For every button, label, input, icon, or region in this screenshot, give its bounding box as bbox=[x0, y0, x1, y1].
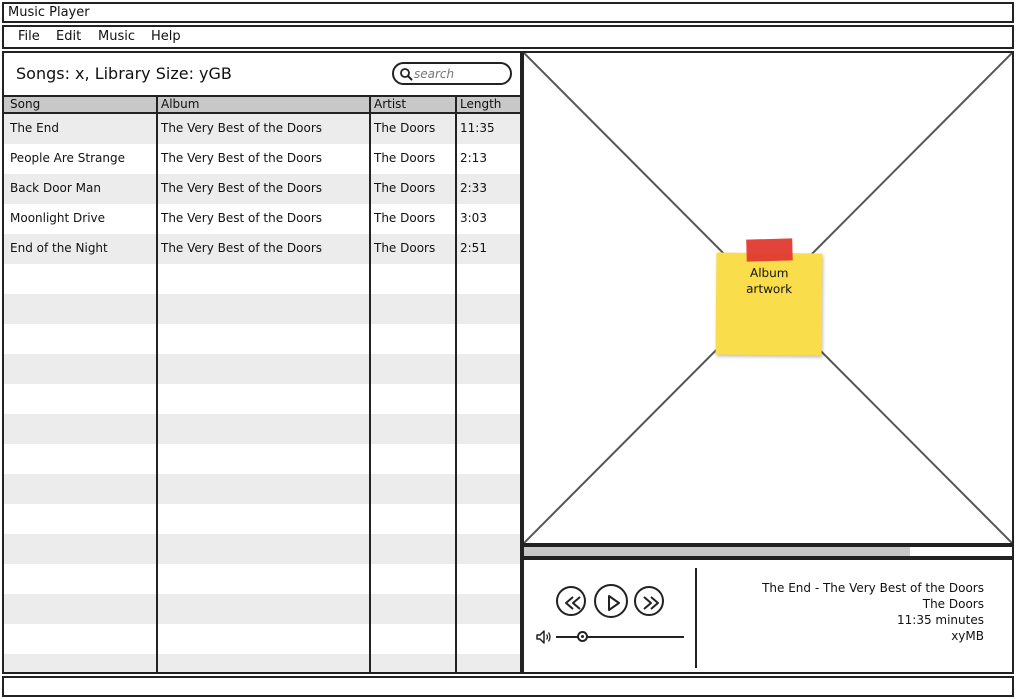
cell-album: The Very Best of the Doors bbox=[161, 241, 323, 255]
empty-table-row bbox=[4, 294, 520, 324]
table-header: Song Album Artist Length bbox=[4, 95, 520, 114]
now-playing-duration: 11:35 minutes bbox=[897, 613, 984, 627]
empty-table-row bbox=[4, 624, 520, 654]
window-title: Music Player bbox=[8, 5, 90, 20]
menu-edit[interactable]: Edit bbox=[56, 29, 81, 44]
now-playing-artist: The Doors bbox=[922, 597, 984, 611]
library-info: Songs: x, Library Size: yGB bbox=[16, 64, 232, 83]
search-box[interactable] bbox=[392, 62, 512, 85]
empty-table-row bbox=[4, 654, 520, 672]
progress-track[interactable] bbox=[524, 547, 1012, 556]
volume-slider-knob[interactable] bbox=[577, 631, 588, 642]
now-playing-info: The End - The Very Best of the Doors The… bbox=[762, 580, 984, 644]
cell-song: Moonlight Drive bbox=[10, 211, 106, 225]
volume-slider-track[interactable] bbox=[556, 636, 684, 638]
search-input[interactable] bbox=[414, 65, 506, 82]
cell-artist: The Doors bbox=[374, 181, 436, 195]
title-bar: Music Player bbox=[2, 2, 1014, 23]
column-header-song[interactable]: Song bbox=[10, 97, 40, 111]
cell-length: 2:13 bbox=[460, 151, 487, 165]
rewind-icon bbox=[565, 596, 581, 610]
cell-album: The Very Best of the Doors bbox=[161, 181, 323, 195]
volume-icon[interactable] bbox=[536, 630, 552, 644]
cell-artist: The Doors bbox=[374, 121, 436, 135]
artwork-note-line1: Album bbox=[749, 265, 789, 281]
cell-album: The Very Best of the Doors bbox=[161, 121, 323, 135]
now-playing-size: xyMB bbox=[951, 629, 984, 643]
empty-table-row bbox=[4, 534, 520, 564]
fast-forward-button[interactable] bbox=[634, 586, 664, 616]
cell-artist: The Doors bbox=[374, 241, 436, 255]
column-header-length[interactable]: Length bbox=[460, 97, 501, 111]
cell-song: End of the Night bbox=[10, 241, 108, 255]
empty-table-row bbox=[4, 594, 520, 624]
menu-bar: File Edit Music Help bbox=[2, 25, 1014, 49]
player-controls: The End - The Very Best of the Doors The… bbox=[522, 558, 1014, 674]
cell-artist: The Doors bbox=[374, 211, 436, 225]
song-table: The End The Very Best of the Doors The Doo… bbox=[4, 95, 520, 672]
empty-table-row bbox=[4, 354, 520, 384]
table-row[interactable]: End of the Night The Very Best of the Doo… bbox=[4, 234, 520, 264]
now-playing-title: The End - The Very Best of the Doors bbox=[762, 581, 984, 595]
fast-forward-icon bbox=[643, 596, 659, 610]
menu-music[interactable]: Music bbox=[98, 29, 135, 44]
cell-length: 11:35 bbox=[460, 121, 495, 135]
play-button[interactable] bbox=[594, 584, 628, 618]
status-bar bbox=[2, 676, 1014, 697]
divider bbox=[695, 568, 697, 668]
artwork-note-line2: artwork bbox=[746, 281, 793, 297]
table-row[interactable]: People Are Strange The Very Best of the D… bbox=[4, 144, 520, 174]
cell-album: The Very Best of the Doors bbox=[161, 211, 323, 225]
cell-artist: The Doors bbox=[374, 151, 436, 165]
empty-table-row bbox=[4, 504, 520, 534]
cell-album: The Very Best of the Doors bbox=[161, 151, 323, 165]
empty-table-row bbox=[4, 324, 520, 354]
cell-length: 2:51 bbox=[460, 241, 487, 255]
empty-table-row bbox=[4, 264, 520, 294]
menu-file[interactable]: File bbox=[18, 29, 40, 44]
playback-progress-bar[interactable] bbox=[522, 545, 1014, 558]
empty-table-row bbox=[4, 564, 520, 594]
library-panel: Songs: x, Library Size: yGB The End The V… bbox=[2, 51, 522, 674]
cell-song: Back Door Man bbox=[10, 181, 101, 195]
empty-table-row bbox=[4, 444, 520, 474]
cell-length: 2:33 bbox=[460, 181, 487, 195]
search-icon bbox=[400, 68, 413, 81]
table-row[interactable]: The End The Very Best of the Doors The Doo… bbox=[4, 114, 520, 144]
column-divider bbox=[369, 95, 371, 672]
table-row[interactable]: Moonlight Drive The Very Best of the Door… bbox=[4, 204, 520, 234]
column-divider bbox=[156, 95, 158, 672]
cell-length: 3:03 bbox=[460, 211, 487, 225]
column-divider bbox=[455, 95, 457, 672]
menu-help[interactable]: Help bbox=[151, 29, 181, 44]
play-icon bbox=[608, 595, 620, 611]
empty-table-row bbox=[4, 474, 520, 504]
empty-table-row bbox=[4, 384, 520, 414]
rewind-button[interactable] bbox=[556, 586, 586, 616]
cell-song: People Are Strange bbox=[10, 151, 125, 165]
column-header-album[interactable]: Album bbox=[161, 97, 199, 111]
sticky-note: Album artwork bbox=[715, 238, 823, 356]
progress-fill bbox=[524, 547, 910, 556]
cell-song: The End bbox=[10, 121, 59, 135]
table-row[interactable]: Back Door Man The Very Best of the Doors T… bbox=[4, 174, 520, 204]
tape bbox=[746, 238, 793, 262]
column-header-artist[interactable]: Artist bbox=[374, 97, 406, 111]
empty-table-row bbox=[4, 414, 520, 444]
album-artwork-placeholder: Album artwork bbox=[522, 51, 1014, 545]
